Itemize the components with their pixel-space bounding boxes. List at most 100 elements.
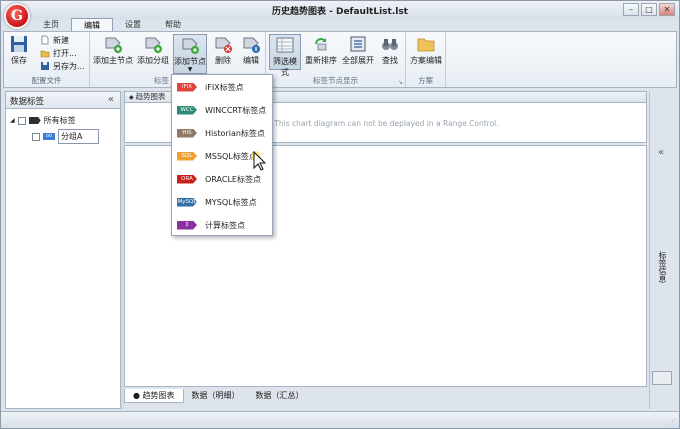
tab-settings[interactable]: 设置 — [113, 18, 153, 32]
save-as-button[interactable]: 另存为... — [40, 60, 85, 72]
menu-item-label: ORACLE标签点 — [205, 174, 261, 184]
group-label-display: 标签节点显示 — [313, 76, 358, 85]
tree-node-group-a[interactable]: oo 分组A — [32, 129, 100, 144]
close-button[interactable]: ✕ — [659, 3, 675, 16]
refresh-icon — [311, 34, 331, 54]
resort-label: 重新排序 — [305, 56, 337, 65]
tag-folder-icon — [28, 117, 41, 124]
tab-edit[interactable]: 编辑 — [71, 18, 113, 32]
wincc-icon: WCC — [177, 105, 197, 115]
group-label-scheme: 方案 — [418, 76, 433, 85]
find-label: 查找 — [382, 56, 398, 65]
mouse-cursor-icon — [251, 150, 267, 171]
tab-data-summary[interactable]: 数据（汇总） — [248, 389, 312, 403]
new-button[interactable]: 新建 — [40, 34, 69, 46]
menu-item-label: WINCCRT标签点 — [205, 105, 267, 115]
save-as-label: 另存为... — [53, 61, 85, 71]
ribbon-tabs: 主页 编辑 设置 帮助 — [31, 18, 193, 32]
filter-grid-icon — [275, 35, 295, 55]
collapse-left-icon[interactable]: « — [108, 94, 114, 105]
add-main-node-label: 添加主节点 — [93, 56, 133, 65]
data-tags-panel: 数据标签 « ◢ 所有标签 oo 分组A — [5, 91, 121, 409]
save-label: 保存 — [11, 56, 27, 65]
minimize-button[interactable]: – — [623, 3, 639, 16]
menu-item-mysql[interactable]: MySQL MYSQL标签点 — [174, 193, 270, 211]
app-logo-icon[interactable]: G — [4, 3, 30, 29]
edit-tag-icon — [241, 34, 261, 54]
historian-icon: HIS — [177, 128, 197, 138]
resort-button[interactable]: 重新排序 — [304, 34, 338, 70]
tree-checkbox[interactable] — [32, 132, 40, 141]
folder-icon — [416, 34, 436, 54]
maximize-button[interactable]: □ — [641, 3, 657, 16]
status-bar: ⋰ — [1, 411, 679, 428]
add-group-label: 添加分组 — [137, 56, 169, 65]
group-label-config: 配置文件 — [31, 76, 62, 85]
dialog-launcher-icon[interactable]: ↘ — [398, 79, 403, 86]
filter-mode-button[interactable]: 筛选模式 — [269, 34, 301, 77]
group-config-file: 保存 新建 打开... 另存为... 配置文件 — [4, 32, 90, 87]
tree-checkbox[interactable] — [17, 116, 26, 125]
ribbon: 保存 新建 打开... 另存为... 配置文件 添加主节点 添加分组 添加节点 … — [3, 31, 677, 88]
menu-item-historian[interactable]: HIS Historian标签点 — [174, 124, 270, 142]
tab-home[interactable]: 主页 — [31, 18, 71, 32]
menu-item-label: Historian标签点 — [205, 128, 265, 138]
right-panel-box[interactable] — [652, 371, 672, 385]
tree-label: 所有标签 — [43, 116, 76, 125]
ifix-icon: iFIX — [177, 82, 197, 92]
tag-info-panel: « 标签信息 — [649, 91, 675, 409]
tree-expand-icon[interactable]: ◢ — [10, 117, 15, 124]
group-display: 筛选模式 重新排序 全部展开 查找 标签节点显示 ↘ — [266, 32, 406, 87]
new-file-icon — [41, 35, 49, 45]
tab-data-detail[interactable]: 数据（明细） — [184, 389, 248, 403]
menu-item-calculated[interactable]: Σ 计算标签点 — [174, 216, 270, 234]
window-title: 历史趋势图表 - DefaultList.lst — [271, 7, 408, 17]
delete-tag-icon — [213, 34, 233, 54]
menu-item-wincc[interactable]: WCC WINCCRT标签点 — [174, 101, 270, 119]
add-node-icon — [180, 35, 200, 55]
title-bar: 历史趋势图表 - DefaultList.lst – □ ✕ — [1, 1, 679, 19]
open-button[interactable]: 打开... — [40, 47, 77, 59]
mssql-icon: SQL — [177, 151, 197, 161]
tree-node-all-tags[interactable]: ◢ 所有标签 — [10, 115, 76, 126]
group-tag-icon: oo — [43, 133, 55, 140]
scheme-edit-button[interactable]: 方案编辑 — [409, 34, 443, 70]
data-tags-header: 数据标签 « — [6, 92, 120, 109]
menu-item-label: iFIX标签点 — [205, 82, 244, 92]
edit-label: 编辑 — [243, 56, 259, 65]
tag-info-label[interactable]: 标签信息 — [658, 251, 668, 283]
tab-trend-chart[interactable]: ● 趋势图表 — [124, 389, 184, 403]
scheme-edit-label: 方案编辑 — [410, 56, 442, 65]
tab-help[interactable]: 帮助 — [153, 18, 193, 32]
dropdown-arrow-icon: ▼ — [187, 66, 193, 73]
tree-label: 分组A — [58, 129, 100, 144]
floppy-disk-icon — [9, 34, 29, 54]
app-window: 历史趋势图表 - DefaultList.lst – □ ✕ G 主页 编辑 设… — [0, 0, 680, 429]
oracle-icon: ORA — [177, 174, 197, 184]
edit-button[interactable]: 编辑 — [238, 34, 264, 70]
menu-item-ifix[interactable]: iFIX iFIX标签点 — [174, 78, 270, 96]
sigma-icon: Σ — [177, 220, 197, 230]
save-button[interactable]: 保存 — [6, 34, 32, 70]
add-group-button[interactable]: 添加分组 — [136, 34, 170, 70]
chart-tabs: ● 趋势图表 数据（明细） 数据（汇总） — [124, 389, 647, 403]
resize-grip-icon[interactable]: ⋰ — [669, 418, 676, 426]
save-as-icon — [41, 62, 49, 70]
add-node-button[interactable]: 添加节点 ▼ — [173, 34, 207, 74]
data-tags-title: 数据标签 — [10, 97, 45, 107]
add-group-icon — [143, 34, 163, 54]
folder-open-icon — [40, 50, 50, 58]
add-main-node-button[interactable]: 添加主节点 — [93, 34, 133, 70]
delete-button[interactable]: 删除 — [210, 34, 236, 70]
delete-label: 删除 — [215, 56, 231, 65]
range-title: 趋势图表 — [135, 92, 166, 101]
expand-all-button[interactable]: 全部展开 — [341, 34, 375, 70]
new-label: 新建 — [53, 35, 69, 45]
window-controls: – □ ✕ — [623, 3, 675, 16]
expand-right-icon[interactable]: « — [658, 147, 664, 158]
menu-item-label: 计算标签点 — [205, 220, 245, 230]
binoculars-icon — [380, 34, 400, 54]
find-button[interactable]: 查找 — [378, 34, 402, 70]
mysql-icon: MySQL — [177, 197, 197, 207]
open-label: 打开... — [53, 48, 77, 58]
